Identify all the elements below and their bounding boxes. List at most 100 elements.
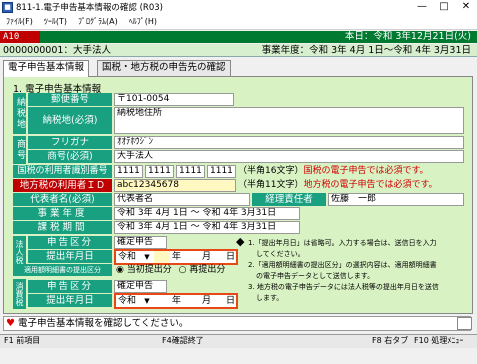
postal-code-field[interactable]: 〒101-0054 bbox=[114, 93, 234, 106]
corp-kind-field[interactable]: 確定申告 bbox=[114, 236, 167, 249]
fkey-f8[interactable]: F8 右タブ bbox=[372, 335, 408, 347]
corp-name: 0000000001：大手法人 bbox=[3, 45, 111, 56]
window-title: 811-1.電子申告基本情報の確認 (R03) bbox=[16, 3, 163, 13]
note-1-cont: してください。 bbox=[256, 250, 305, 258]
note-3-cont: します。 bbox=[256, 294, 284, 302]
group-consumption-tax: 消費税 bbox=[13, 279, 26, 309]
fkey-f4[interactable]: F4確認終了 bbox=[162, 335, 204, 347]
national-id-note: （半角16文字）国税の電子申告では必須です。 bbox=[238, 165, 429, 178]
fkey-f10-key: F10 bbox=[414, 336, 429, 345]
minimize-button[interactable]: — bbox=[411, 0, 433, 14]
corp-day-field[interactable] bbox=[212, 251, 226, 263]
cons-month-unit: 月 bbox=[202, 296, 212, 306]
cons-date-input: 令和 ▼ 年 月 日 bbox=[114, 293, 238, 309]
corp-era-dropdown-icon[interactable]: ▼ bbox=[142, 251, 152, 263]
cons-day-unit: 日 bbox=[226, 296, 236, 306]
notes-block: 1.「提出年月日」は省略可。入力する場合は、送信日を入力 してください。 2.「… bbox=[248, 238, 439, 304]
notes-bullet-icon: ◆ bbox=[236, 235, 245, 248]
fkey-f10-label: 処理ﾒﾆｭｰ bbox=[431, 336, 464, 345]
furigana-label: フリガナ bbox=[28, 136, 112, 149]
fkey-f4-label: 確認終了 bbox=[171, 336, 204, 345]
corp-month-field[interactable] bbox=[184, 251, 200, 263]
maximize-button[interactable]: □ bbox=[433, 0, 455, 14]
fkey-f10[interactable]: F10 処理ﾒﾆｭｰ bbox=[414, 335, 463, 347]
note-3: 3. 地方税の電子申告データには法人税等の提出年月日を送信 bbox=[248, 283, 439, 291]
cons-year-unit: 年 bbox=[172, 296, 182, 306]
group-taxpayer-place: 納税地 bbox=[13, 93, 26, 134]
tab-basic-info[interactable]: 電子申告基本情報 bbox=[3, 60, 90, 77]
corp-date-input: 令和 ▼ 年 月 日 bbox=[114, 249, 238, 265]
trade-name-label: 商号(必須) bbox=[28, 150, 112, 163]
local-id-warning: 地方税の電子申告では必須です。 bbox=[303, 180, 438, 190]
tax-period-label: 課税期間 bbox=[13, 221, 112, 234]
corp-batch-label: 適用額明細書の提出区分 bbox=[13, 264, 112, 276]
note-2: 2.「適用額明細書の提出区分」の選択内容は、適用額明細書 bbox=[248, 261, 437, 269]
title-bar: ■ 811-1.電子申告基本情報の確認 (R03) — □ ✕ bbox=[0, 0, 477, 14]
corp-era-select[interactable]: 令和 bbox=[118, 251, 142, 263]
local-id-field[interactable]: abc12345678 bbox=[114, 179, 236, 192]
menu-file[interactable]: ﾌｧｲﾙ(F) bbox=[0, 16, 38, 27]
corp-date-label: 提出年月日 bbox=[28, 250, 112, 263]
radio-initial-label[interactable]: 当初提出分 bbox=[127, 265, 172, 275]
fkey-f1-key: F1 bbox=[4, 336, 14, 345]
trade-name-field[interactable]: 大手法人 bbox=[114, 150, 464, 163]
heart-icon: ♥ bbox=[6, 318, 15, 329]
group-trade-name-label: 商号 bbox=[15, 139, 25, 161]
cons-day-field[interactable] bbox=[212, 295, 226, 307]
corp-batch-radios: ◉ 当初提出分 ○ 再提出分 bbox=[116, 264, 225, 276]
local-id-note: （半角11文字）地方税の電子申告では必須です。 bbox=[238, 179, 438, 192]
postal-code-label: 郵便番号 bbox=[28, 93, 112, 106]
furigana-field[interactable]: ｵｵﾃﾎｳｼﾞﾝ bbox=[114, 136, 464, 149]
fkey-f1[interactable]: F1 前項目 bbox=[4, 335, 40, 347]
menu-bar: ﾌｧｲﾙ(F) ﾂｰﾙ(T) ﾌﾟﾛｸﾞﾗﾑ(A) ﾍﾙﾌﾟ(H) bbox=[0, 14, 477, 30]
tax-period-field: 令和 3年 4月 1日 ～ 令和 4年 3月31日 bbox=[114, 221, 300, 234]
group-trade-name: 商号 bbox=[13, 136, 26, 164]
national-id-warning: 国税の電子申告では必須です。 bbox=[303, 166, 429, 176]
national-id-part-1[interactable]: 1111 bbox=[114, 165, 143, 178]
note-1: 1.「提出年月日」は省略可。入力する場合は、送信日を入力 bbox=[248, 239, 437, 247]
message-text: 電子申告基本情報を確認してください。 bbox=[18, 318, 189, 329]
cons-kind-label: 申告区分 bbox=[28, 280, 112, 293]
cons-month-field[interactable] bbox=[184, 295, 200, 307]
app-icon: ■ bbox=[2, 1, 13, 13]
cons-era-dropdown-icon[interactable]: ▼ bbox=[142, 295, 152, 307]
fiscal-year-label: 事業年度 bbox=[13, 207, 112, 220]
cons-era-select[interactable]: 令和 bbox=[118, 295, 142, 307]
national-id-part-2[interactable]: 1111 bbox=[145, 165, 174, 178]
national-id-label: 国税の利用者識別番号 bbox=[13, 165, 112, 178]
accountant-field[interactable]: 佐藤 一郎 bbox=[328, 193, 464, 206]
cons-date-label: 提出年月日 bbox=[28, 294, 112, 307]
fkey-f8-label: 右タブ bbox=[384, 336, 409, 345]
menu-help[interactable]: ﾍﾙﾌﾟ(H) bbox=[123, 16, 162, 27]
close-button[interactable]: ✕ bbox=[455, 0, 477, 14]
fkey-f8-key: F8 bbox=[372, 336, 382, 345]
group-consumption-tax-label: 消費税 bbox=[15, 282, 24, 306]
national-id-part-4[interactable]: 1111 bbox=[207, 165, 236, 178]
tab-filing-destination[interactable]: 国税・地方税の申告先の確認 bbox=[97, 60, 231, 76]
representative-field[interactable]: 代表者名 bbox=[114, 193, 250, 206]
radio-resubmit-label[interactable]: 再提出分 bbox=[189, 265, 225, 275]
group-taxpayer-place-label: 納税地 bbox=[15, 97, 25, 130]
address-field[interactable]: 納税地住所 bbox=[114, 107, 464, 134]
fiscal-year-field: 令和 3年 4月 1日 ～ 令和 4年 3月31日 bbox=[114, 207, 300, 220]
fkey-f1-label: 前項目 bbox=[16, 336, 41, 345]
representative-label: 代表者名(必須) bbox=[13, 193, 112, 206]
national-id-part-3[interactable]: 1111 bbox=[176, 165, 205, 178]
corp-year-unit: 年 bbox=[172, 252, 182, 262]
fiscal-year: 事業年度：令和 3年 4月 1日～令和 4年 3月31日 bbox=[261, 45, 471, 56]
menu-program[interactable]: ﾌﾟﾛｸﾞﾗﾑ(A) bbox=[72, 16, 123, 27]
fkey-f4-key: F4 bbox=[162, 336, 172, 345]
note-2-cont: の電子申告データとして送信します。 bbox=[256, 272, 375, 280]
corp-year-field[interactable] bbox=[154, 251, 170, 263]
accountant-label: 経理責任者 bbox=[252, 193, 326, 206]
local-id-hint: （半角11文字） bbox=[238, 180, 304, 190]
cons-year-field[interactable] bbox=[154, 295, 170, 307]
corp-day-unit: 日 bbox=[226, 252, 236, 262]
national-id-hint: （半角16文字） bbox=[238, 166, 304, 176]
cons-kind-field[interactable]: 確定申告 bbox=[114, 280, 167, 293]
radio-resubmit-icon[interactable]: ○ bbox=[179, 265, 187, 275]
menu-tools[interactable]: ﾂｰﾙ(T) bbox=[38, 16, 72, 27]
local-id-label: 地方税の利用者ＩＤ bbox=[13, 179, 112, 192]
message-indicator bbox=[457, 317, 472, 330]
radio-initial-icon[interactable]: ◉ bbox=[116, 265, 124, 275]
